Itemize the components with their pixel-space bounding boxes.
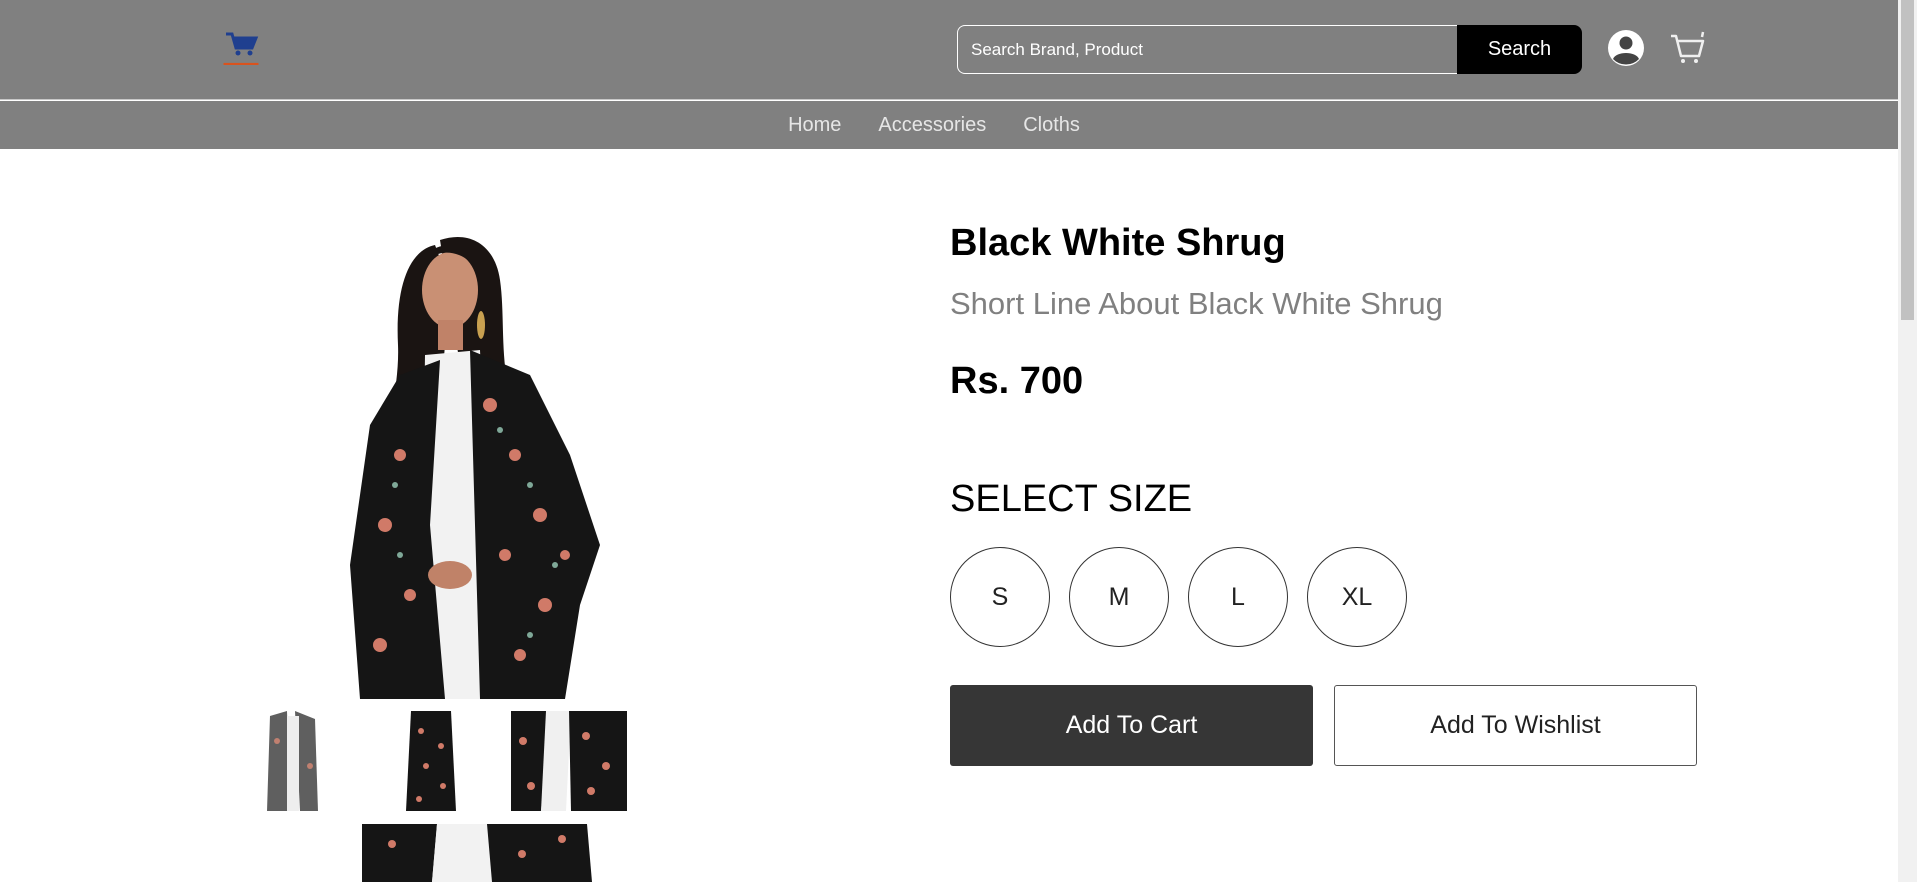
logo-wordmark: ▬▬▬▬▬: [223, 60, 259, 67]
search-button[interactable]: Search: [1457, 25, 1582, 74]
add-to-cart-button[interactable]: Add To Cart: [950, 685, 1313, 766]
product-thumbnail[interactable]: [511, 711, 627, 811]
product-image-preview: [362, 824, 592, 882]
search-input[interactable]: [957, 25, 1458, 74]
product-price: Rs. 700: [950, 360, 1084, 402]
nav-home-link[interactable]: Home: [788, 114, 841, 137]
size-heading: SELECT SIZE: [950, 478, 1193, 520]
size-option-xl[interactable]: XL: [1307, 547, 1407, 647]
size-option-l[interactable]: L: [1188, 547, 1288, 647]
size-option-m[interactable]: M: [1069, 547, 1169, 647]
product-title: Black White Shrug: [950, 222, 1286, 264]
product-thumbnail[interactable]: [401, 711, 461, 811]
add-to-wishlist-button[interactable]: Add To Wishlist: [1334, 685, 1697, 766]
site-logo[interactable]: ▬▬▬▬▬: [208, 28, 274, 74]
main-nav: Home Accessories Cloths: [0, 101, 1898, 149]
product-main-image: [340, 225, 620, 699]
nav-accessories-link[interactable]: Accessories: [878, 114, 986, 137]
product-subtitle: Short Line About Black White Shrug: [950, 286, 1443, 321]
page-scrollbar[interactable]: [1898, 0, 1917, 882]
top-header: ▬▬▬▬▬ Search: [0, 0, 1898, 100]
product-thumbnail[interactable]: [265, 711, 320, 811]
cart-icon[interactable]: [1668, 28, 1708, 68]
size-options: S M L XL: [950, 547, 1407, 647]
shopping-cart-logo-icon: [226, 32, 259, 56]
user-account-icon[interactable]: [1606, 28, 1646, 68]
scrollbar-thumb[interactable]: [1901, 0, 1914, 320]
nav-cloths-link[interactable]: Cloths: [1023, 114, 1080, 137]
size-option-s[interactable]: S: [950, 547, 1050, 647]
